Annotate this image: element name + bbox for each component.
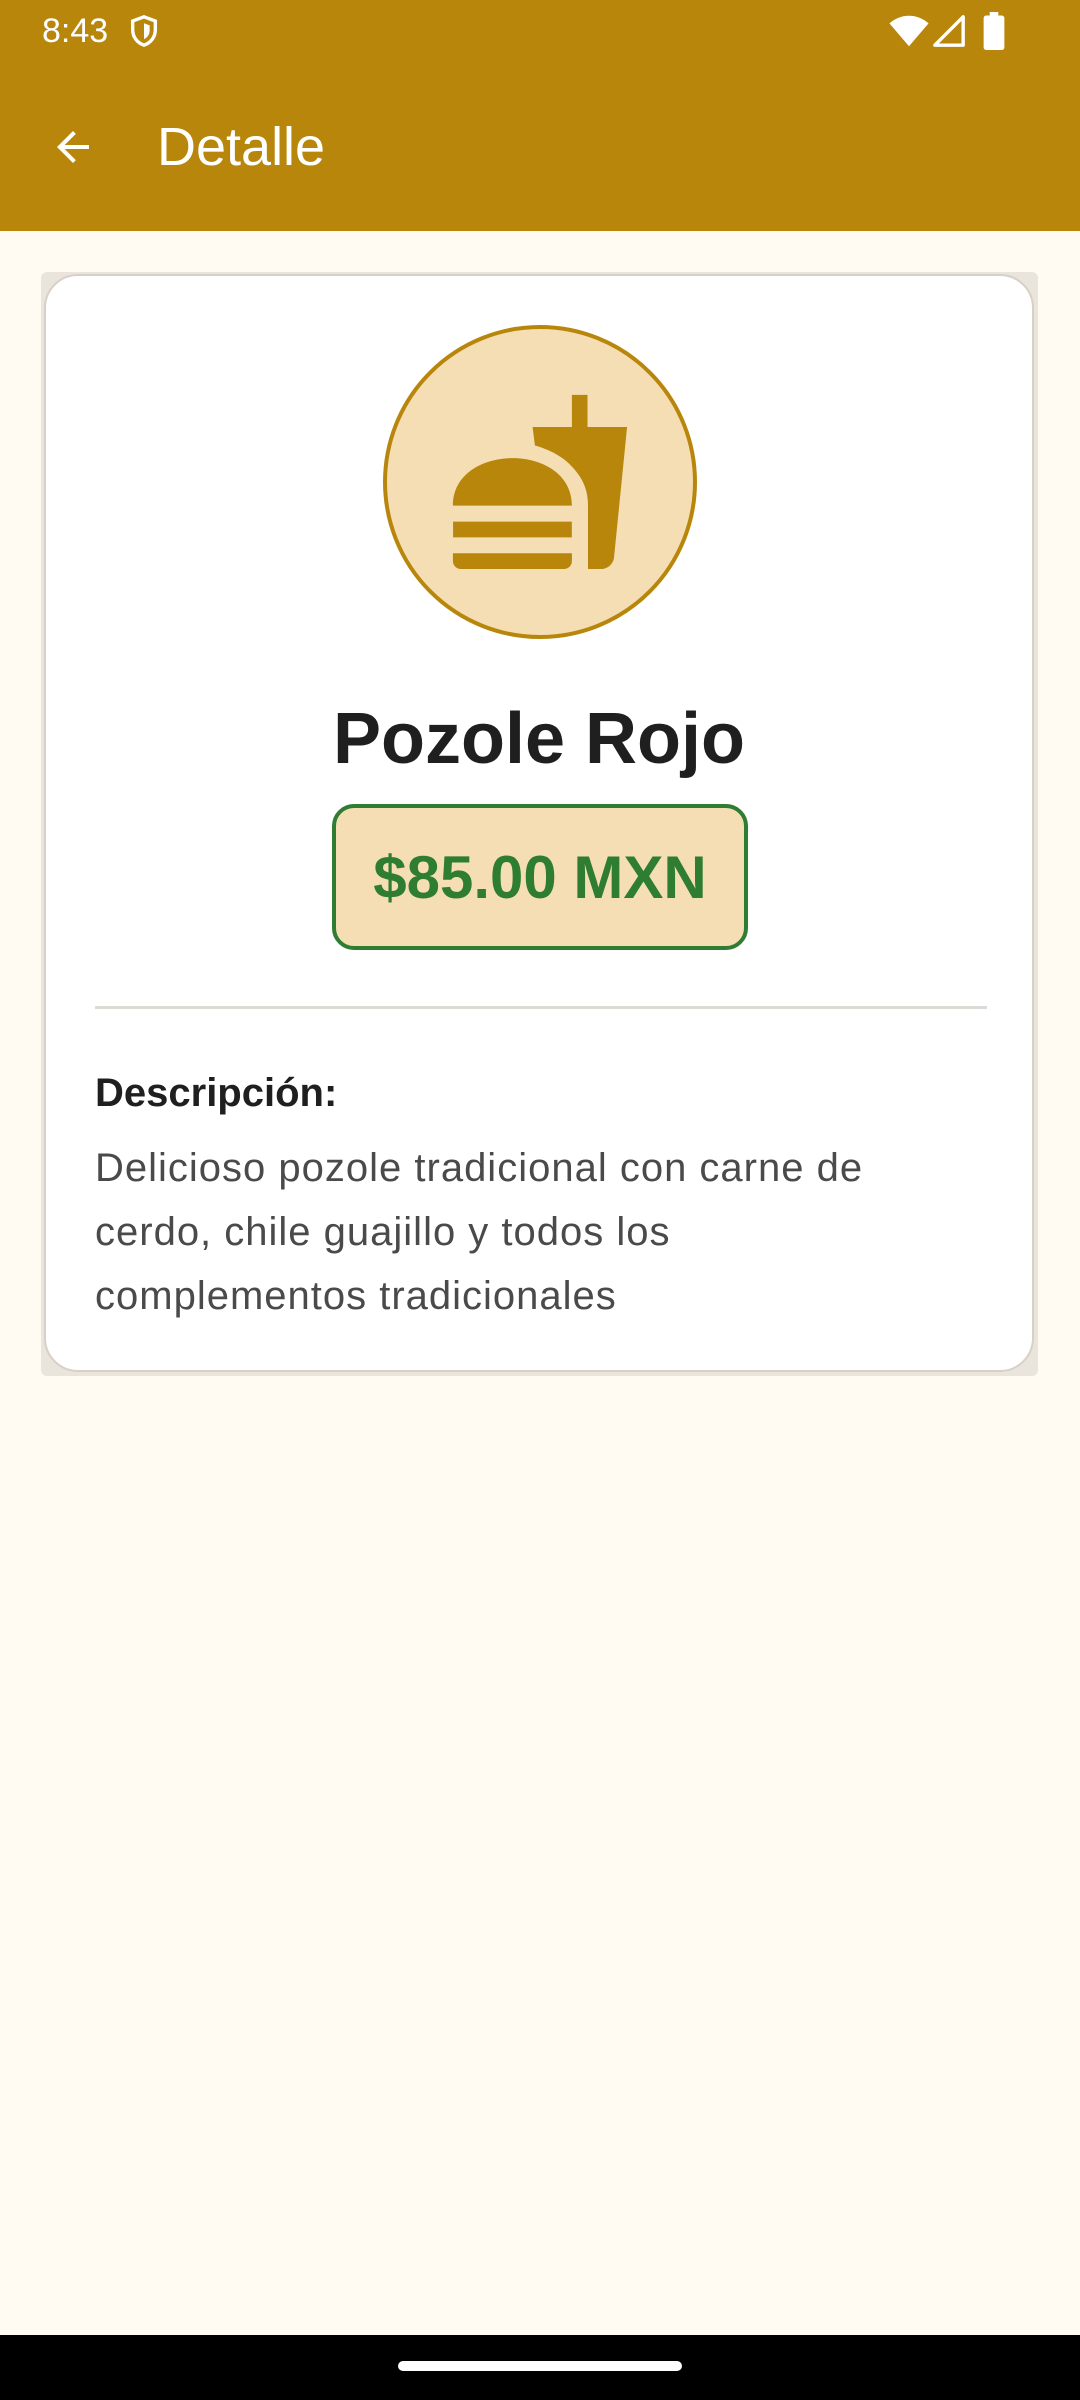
battery-icon [983,12,1005,50]
cell-signal-icon [933,15,965,47]
arrow-back-icon [57,131,89,163]
product-card: Pozole Rojo $85.00 MXN Descripción: Deli… [44,274,1034,1372]
divider [95,1006,987,1009]
product-name: Pozole Rojo [333,699,745,779]
description-text: Delicioso pozole tradicional con carne d… [95,1146,864,1318]
shield-icon [130,15,158,47]
status-time: 8:43 [42,12,109,50]
fastfood-icon [452,394,628,570]
description-label: Descripción: [95,1071,338,1115]
back-button[interactable] [32,112,114,182]
home-indicator[interactable] [398,2361,682,2371]
wifi-icon [889,15,929,47]
price-badge: $85.00 MXN [332,804,748,950]
status-bar: 8:43 [0,0,1080,62]
product-avatar [383,325,697,639]
top-app-bar: Detalle [0,62,1080,231]
page-title: Detalle [157,117,326,177]
system-navigation-bar [0,2335,1080,2400]
